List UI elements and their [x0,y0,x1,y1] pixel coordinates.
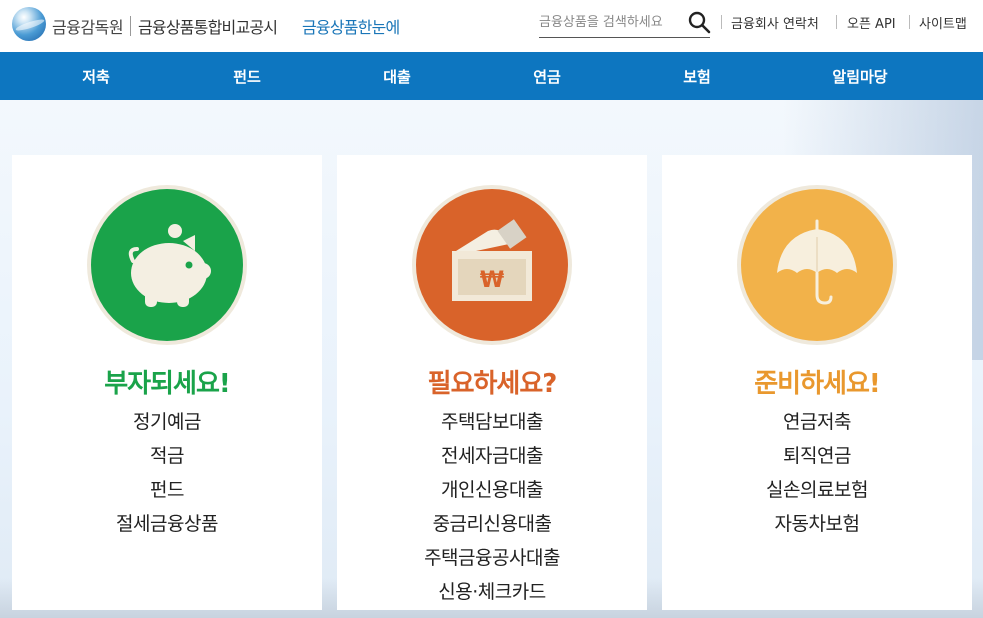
svg-text:₩: ₩ [480,268,504,293]
financial-company-contacts-link[interactable]: 금융회사 연락처 [731,13,819,32]
search-box [539,8,711,38]
link-retirement-pension[interactable]: 퇴직연금 [662,439,972,473]
site-subtitle[interactable]: 금융상품한눈에 [302,14,400,38]
nav-item-loan[interactable]: 대출 [337,66,457,87]
card-link-list: 주택담보대출 전세자금대출 개인신용대출 중금리신용대출 주택금융공사대출 신용… [337,405,647,609]
card-savings[interactable]: 부자되세요! 정기예금 적금 펀드 절세금융상품 [12,155,322,610]
link-car-insurance[interactable]: 자동차보험 [662,507,972,541]
sitemap-link[interactable]: 사이트맵 [919,13,967,32]
main-nav: 저축 펀드 대출 연금 보험 알림마당 [0,52,983,100]
link-credit-check-card[interactable]: 신용·체크카드 [337,575,647,609]
utility-divider [909,15,910,29]
link-mid-rate-credit-loan[interactable]: 중금리신용대출 [337,507,647,541]
card-link-list: 정기예금 적금 펀드 절세금융상품 [12,405,322,541]
site-header: 금융감독원 금융상품통합비교공시 금융상품한눈에 금융회사 연락처 오픈 API… [0,0,983,52]
nav-item-notice-board[interactable]: 알림마당 [800,66,920,87]
card-title[interactable]: 부자되세요! [12,363,322,400]
umbrella-icon[interactable] [741,189,893,341]
nav-item-fund[interactable]: 펀드 [187,66,307,87]
card-link-list: 연금저축 퇴직연금 실손의료보험 자동차보험 [662,405,972,541]
link-housing-finance-loan[interactable]: 주택금융공사대출 [337,541,647,575]
search-input[interactable] [539,11,679,33]
link-pension-savings[interactable]: 연금저축 [662,405,972,439]
link-time-deposit[interactable]: 정기예금 [12,405,322,439]
hero-area: 부자되세요! 정기예금 적금 펀드 절세금융상품 ₩ 필요하세요? 주택담보대출 [0,100,983,618]
won-envelope-icon[interactable]: ₩ [416,189,568,341]
piggy-bank-icon[interactable] [91,189,243,341]
nav-item-savings[interactable]: 저축 [36,66,156,87]
link-mortgage-loan[interactable]: 주택담보대출 [337,405,647,439]
nav-item-insurance[interactable]: 보험 [637,66,757,87]
card-title[interactable]: 필요하세요? [337,363,647,400]
card-icon-ring [737,185,897,345]
logo-divider [130,16,131,36]
link-fund[interactable]: 펀드 [12,473,322,507]
card-icon-ring [87,185,247,345]
card-loans[interactable]: ₩ 필요하세요? 주택담보대출 전세자금대출 개인신용대출 중금리신용대출 주택… [337,155,647,610]
card-pension-insurance[interactable]: 준비하세요! 연금저축 퇴직연금 실손의료보험 자동차보험 [662,155,972,610]
link-jeonse-loan[interactable]: 전세자금대출 [337,439,647,473]
link-installment-savings[interactable]: 적금 [12,439,322,473]
link-personal-credit-loan[interactable]: 개인신용대출 [337,473,647,507]
card-icon-ring: ₩ [412,185,572,345]
nav-item-pension[interactable]: 연금 [487,66,607,87]
site-title[interactable]: 금융상품통합비교공시 [138,14,278,38]
link-tax-saving-products[interactable]: 절세금융상품 [12,507,322,541]
link-medical-insurance[interactable]: 실손의료보험 [662,473,972,507]
fss-logo-text[interactable]: 금융감독원 [52,14,124,38]
utility-divider [721,15,722,29]
search-icon[interactable] [687,10,711,34]
fss-logo-globe-icon[interactable] [12,7,46,41]
open-api-link[interactable]: 오픈 API [847,13,896,32]
card-title[interactable]: 준비하세요! [662,363,972,400]
utility-divider [836,15,837,29]
